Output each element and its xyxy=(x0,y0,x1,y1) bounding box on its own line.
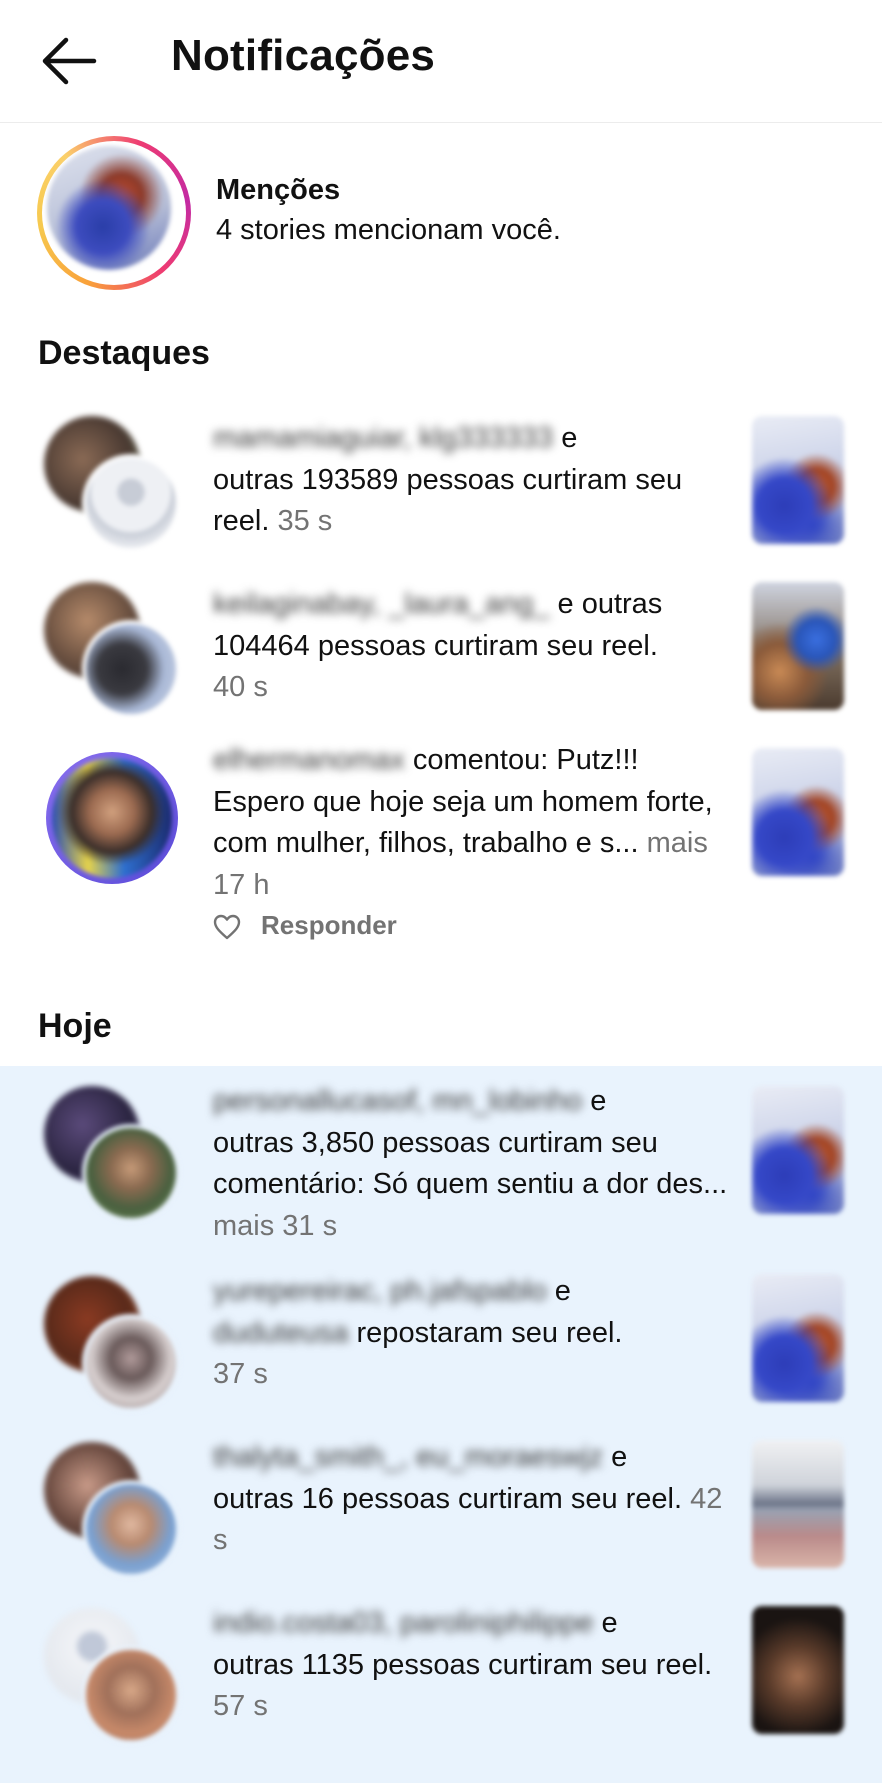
usernames: yurepereirac, ph.jafspablo xyxy=(213,1275,547,1307)
notification-text: thalyta_smith_, eu_moraeswjz e outras 16… xyxy=(213,1441,723,1556)
notification-text: keilaginabay, _laura_ang_ e outras 10446… xyxy=(213,588,663,703)
reel-thumbnail[interactable] xyxy=(752,1606,844,1734)
timestamp: 35 s xyxy=(277,505,333,537)
section-title-today: Hoje xyxy=(38,1007,112,1045)
reel-thumbnail[interactable] xyxy=(752,1274,844,1402)
reel-thumbnail[interactable] xyxy=(752,416,844,544)
avatar xyxy=(82,1480,180,1578)
reply-label: Responder xyxy=(261,910,397,940)
avatar xyxy=(82,620,180,718)
reel-thumbnail[interactable] xyxy=(752,582,844,710)
avatar-group xyxy=(44,1442,180,1578)
mentions-avatar xyxy=(47,146,171,270)
notification-item[interactable]: yurepereirac, ph.jafspablo e duduteusa r… xyxy=(0,1274,882,1414)
section-title-highlights: Destaques xyxy=(38,334,210,372)
avatar-placeholder xyxy=(82,454,180,552)
avatar-group xyxy=(44,1608,180,1744)
back-arrow-icon[interactable] xyxy=(36,30,102,92)
notification-item[interactable]: thalyta_smith_, eu_moraeswjz e outras 16… xyxy=(0,1440,882,1580)
more-link: mais xyxy=(213,1209,275,1242)
notification-text: indio.costa03, paroliniphilippe e outras… xyxy=(213,1607,713,1722)
avatar-group xyxy=(44,1276,180,1412)
top-bar: Notificações xyxy=(0,0,882,123)
reel-thumbnail[interactable] xyxy=(752,1440,844,1568)
usernames: indio.costa03, paroliniphilippe xyxy=(213,1607,594,1639)
avatar xyxy=(82,1646,180,1744)
usernames: keilaginabay, _laura_ang_ xyxy=(213,588,550,620)
notification-text: elhermanomax comentou: Putz!!! Espero qu… xyxy=(213,744,713,901)
more-link: mais xyxy=(646,827,708,859)
usernames: duduteusa xyxy=(213,1316,349,1349)
notification-item[interactable]: personallucasof, mn_lobinho e outras 3,8… xyxy=(0,1084,882,1254)
usernames: personallucasof, mn_lobinho xyxy=(213,1085,583,1117)
avatar-group xyxy=(44,748,180,884)
reel-thumbnail[interactable] xyxy=(752,748,844,876)
mentions-title: Menções xyxy=(216,174,341,206)
avatar-group xyxy=(44,582,180,718)
avatar xyxy=(82,1314,180,1412)
usernames: thalyta_smith_, eu_moraeswjz xyxy=(213,1441,604,1473)
comment-thumbnail[interactable] xyxy=(752,1086,844,1214)
timestamp: 40 s xyxy=(213,671,268,703)
notification-item[interactable]: indio.costa03, paroliniphilippe e outras… xyxy=(0,1606,882,1746)
heart-icon[interactable] xyxy=(213,914,241,940)
timestamp: 31 s xyxy=(282,1209,338,1242)
avatar xyxy=(82,1124,180,1222)
avatar-group xyxy=(44,416,180,552)
usernames: elhermanomax xyxy=(213,744,405,776)
page-title: Notificações xyxy=(171,31,436,80)
usernames: mamamiaguiar, klg333333 xyxy=(213,422,554,454)
avatar-group xyxy=(44,1086,180,1222)
timestamp: 37 s xyxy=(213,1358,268,1390)
mentions-subtitle: 4 stories mencionam você. xyxy=(216,214,561,246)
story-ring xyxy=(37,136,191,290)
notification-text: personallucasof, mn_lobinho e outras 3,8… xyxy=(213,1085,728,1242)
timestamp: 17 h xyxy=(213,868,270,901)
avatar xyxy=(46,752,178,884)
mentions-row[interactable]: Menções 4 stories mencionam você. xyxy=(0,122,882,302)
notification-item[interactable]: keilaginabay, _laura_ang_ e outras 10446… xyxy=(0,580,882,720)
notification-text: mamamiaguiar, klg333333 e outras 193589 … xyxy=(213,422,683,537)
notification-item[interactable]: elhermanomax comentou: Putz!!! Espero qu… xyxy=(0,744,882,956)
notification-text: yurepereirac, ph.jafspablo e duduteusa r… xyxy=(213,1275,623,1390)
timestamp: 57 s xyxy=(213,1690,268,1722)
notification-item[interactable]: mamamiaguiar, klg333333 e outras 193589 … xyxy=(0,414,882,554)
